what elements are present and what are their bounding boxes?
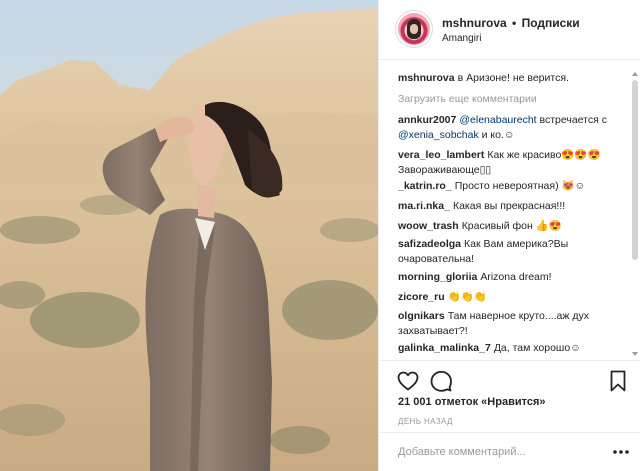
comment-username[interactable]: olgnikars bbox=[398, 310, 445, 322]
comment-item: safizadeolga Как Вам америка?Вы очаровате… bbox=[398, 237, 628, 267]
post-actions bbox=[379, 360, 640, 398]
comment-text: Arizona dream! bbox=[480, 271, 552, 283]
post-timestamp[interactable]: ДЕНЬ НАЗАД bbox=[398, 417, 453, 426]
comments-scrollbar[interactable] bbox=[632, 72, 638, 356]
post-photo-illustration bbox=[0, 0, 378, 471]
post-photo[interactable] bbox=[0, 0, 378, 471]
post-header: mshnurova • Подписки Amangiri bbox=[379, 0, 640, 60]
comment-text: 👏👏👏 bbox=[447, 291, 487, 303]
scroll-down-arrow-icon[interactable] bbox=[632, 352, 638, 356]
comment-username[interactable]: ma.ri.nka_ bbox=[398, 200, 450, 212]
comment-text: Просто невероятная) 😻☺ bbox=[454, 180, 586, 192]
comment-item: woow_trash Красивый фон 👍😍 bbox=[398, 219, 628, 234]
comment-input[interactable] bbox=[398, 443, 598, 461]
comment-item: ma.ri.nka_ Какая вы прекрасная!!! bbox=[398, 199, 628, 214]
comment-text: Какая вы прекрасная!!! bbox=[452, 200, 566, 212]
avatar-face bbox=[410, 24, 418, 34]
comment-username[interactable]: galinka_malinka_7 bbox=[398, 342, 491, 354]
header-separator: • bbox=[512, 16, 517, 30]
comment-item: galinka_malinka_7 Да, там хорошо☺ bbox=[398, 341, 628, 356]
scrollbar-thumb[interactable] bbox=[632, 80, 638, 260]
comments-list[interactable]: mshnurova в Аризоне! не верится. Загрузит… bbox=[379, 60, 640, 356]
post-side-panel: mshnurova • Подписки Amangiri mshnurova в… bbox=[378, 0, 640, 471]
more-icon[interactable] bbox=[611, 442, 631, 462]
comment-username[interactable]: vera_leo_lambert bbox=[398, 149, 484, 161]
scroll-up-arrow-icon[interactable] bbox=[632, 72, 638, 76]
header-user-line: mshnurova • Подписки bbox=[442, 16, 580, 30]
comment-item: morning_gloriia Arizona dream! bbox=[398, 270, 628, 285]
bookmark-icon[interactable] bbox=[606, 369, 630, 393]
avatar[interactable] bbox=[398, 13, 430, 45]
comment-username[interactable]: woow_trash bbox=[398, 220, 459, 232]
comment-item: _katrin.ro_ Просто невероятная) 😻☺ bbox=[398, 179, 628, 194]
comment-item: vera_leo_lambert Как же красиво😍😍😍 Завора… bbox=[398, 148, 628, 178]
comment-item: olgnikars Там наверное круто....аж дух за… bbox=[398, 309, 628, 339]
comment-text: Да, там хорошо☺ bbox=[493, 342, 581, 354]
follow-status-button[interactable]: Подписки bbox=[522, 16, 580, 30]
likes-count[interactable]: 21 001 отметок «Нравится» bbox=[398, 396, 546, 408]
caption: mshnurova в Аризоне! не верится. bbox=[398, 71, 628, 86]
comment-text: встречается с bbox=[536, 114, 607, 126]
header-username[interactable]: mshnurova bbox=[442, 16, 507, 30]
mention-link[interactable]: @xenia_sobchak bbox=[398, 129, 479, 141]
comment-item: zicore_ru 👏👏👏 bbox=[398, 290, 628, 305]
comment-username[interactable]: annkur2007 bbox=[398, 114, 456, 126]
comment-text: Красивый фон 👍😍 bbox=[461, 220, 562, 232]
caption-username[interactable]: mshnurova bbox=[398, 72, 455, 84]
comment-text: и ко.☺ bbox=[478, 129, 515, 141]
add-comment-bar bbox=[379, 432, 640, 471]
comment-username[interactable]: _katrin.ro_ bbox=[398, 180, 452, 192]
comment-username[interactable]: safizadeolga bbox=[398, 238, 461, 250]
caption-text: в Аризоне! не верится. bbox=[457, 72, 569, 84]
comment-item: annkur2007 @elenabaurecht встречается с @… bbox=[398, 113, 628, 143]
comment-username[interactable]: zicore_ru bbox=[398, 291, 445, 303]
comment-icon[interactable] bbox=[429, 369, 453, 393]
comment-username[interactable]: morning_gloriia bbox=[398, 271, 477, 283]
mention-link[interactable]: @elenabaurecht bbox=[459, 114, 536, 126]
heart-icon[interactable] bbox=[396, 369, 420, 393]
location-link[interactable]: Amangiri bbox=[442, 33, 481, 44]
load-more-comments-button[interactable]: Загрузить еще комментарии bbox=[398, 93, 537, 105]
